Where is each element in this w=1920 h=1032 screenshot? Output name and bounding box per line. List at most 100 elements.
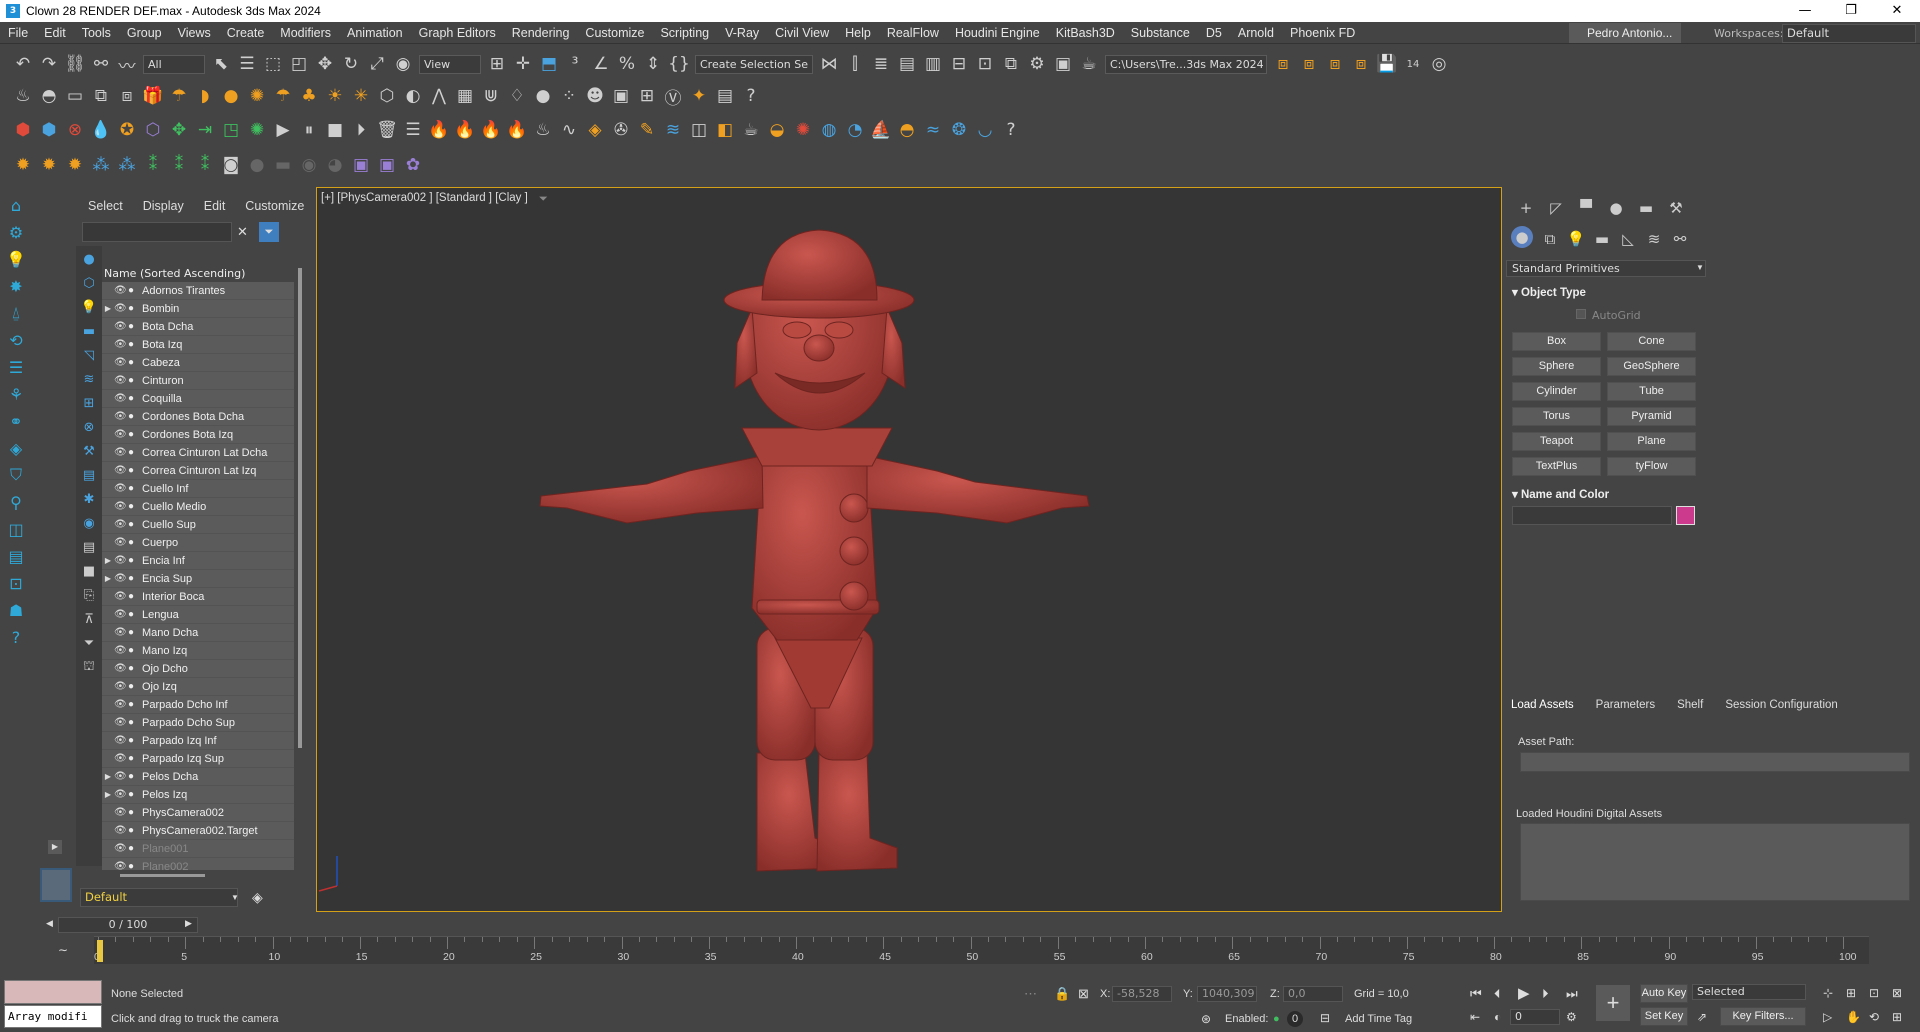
ies-light-icon[interactable]: ✺ xyxy=(244,83,270,109)
visibility-eye-icon[interactable]: 👁 xyxy=(114,606,128,624)
move-icon[interactable]: ✥ xyxy=(312,51,338,77)
close-button[interactable]: ✕ xyxy=(1874,0,1920,22)
sync-selection-icon[interactable]: ⊼ xyxy=(78,608,100,630)
phoenix-fire-icon[interactable]: 🔥 xyxy=(426,117,452,143)
display-all-icon[interactable]: ▤ xyxy=(78,536,100,558)
left-tool-1-icon[interactable]: ⌂ xyxy=(4,193,28,217)
list-item[interactable]: 👁 ● Ojo Dcho xyxy=(102,660,294,678)
expand-arrow-icon[interactable]: ▶ xyxy=(102,768,114,786)
menu-item[interactable]: Houdini Engine xyxy=(947,26,1048,40)
scene-tool-4-icon[interactable]: ⧈ xyxy=(1348,51,1374,77)
omni-light-icon[interactable]: ♣ xyxy=(296,83,322,109)
utilities-tab-icon[interactable]: ⚒ xyxy=(1661,195,1691,221)
tyflow-7-icon[interactable]: ⁑ xyxy=(166,152,192,178)
menu-item[interactable]: Customize xyxy=(577,26,652,40)
visibility-eye-icon[interactable]: 👁 xyxy=(114,768,128,786)
maximize-viewport-icon[interactable]: ⊞ xyxy=(1892,1010,1902,1024)
visibility-eye-icon[interactable]: 👁 xyxy=(114,804,128,822)
phoenix-fire4-icon[interactable]: 🔥 xyxy=(504,117,530,143)
list-hscrollbar[interactable] xyxy=(120,874,205,877)
tyflow-8-icon[interactable]: ⁑ xyxy=(192,152,218,178)
phoenix-wind-icon[interactable]: ∿ xyxy=(556,117,582,143)
filter-xrefs-icon[interactable]: ⊗ xyxy=(78,416,100,438)
step-icon[interactable]: ⏵ xyxy=(348,117,374,143)
scene-tab[interactable]: Display xyxy=(143,199,184,213)
funnel-icon[interactable]: ⏷ xyxy=(78,632,100,654)
menu-item[interactable]: Edit xyxy=(36,26,74,40)
list-item[interactable]: 👁 ● Cordones Bota Dcha xyxy=(102,408,294,426)
filter-lights-icon[interactable]: 💡 xyxy=(78,296,100,318)
left-tool-11-icon[interactable]: ⛉ xyxy=(4,463,28,487)
list-item[interactable]: 👁 ● Cuello Medio xyxy=(102,498,294,516)
menu-item[interactable]: Rendering xyxy=(504,26,578,40)
timeline-thumb[interactable] xyxy=(97,940,103,962)
spacewarps-icon[interactable]: ≋ xyxy=(1641,226,1667,252)
absolute-mode-icon[interactable]: ⊠ xyxy=(1078,986,1089,1002)
multi-sphere-icon[interactable]: ⁘ xyxy=(556,83,582,109)
phoenix-brush-icon[interactable]: ✎ xyxy=(634,117,660,143)
left-tool-13-icon[interactable]: ◫ xyxy=(4,517,28,541)
list-header[interactable]: Name (Sorted Ascending) xyxy=(102,265,294,282)
asset-path-input[interactable] xyxy=(1520,752,1910,772)
goto-end-icon[interactable]: ⏭ xyxy=(1566,986,1578,1002)
visibility-eye-icon[interactable]: 👁 xyxy=(114,660,128,678)
list-item[interactable]: 👁 ● Mano Dcha xyxy=(102,624,294,642)
pivot-icon[interactable]: ⊞ xyxy=(484,51,510,77)
teapot-icon[interactable]: ♨ xyxy=(10,83,36,109)
list-item[interactable]: ▶ 👁 ● Encia Inf xyxy=(102,552,294,570)
render-history-icon[interactable]: ⊞ xyxy=(634,83,660,109)
realflow-daemon-icon[interactable]: ✥ xyxy=(166,117,192,143)
loaded-assets-list[interactable] xyxy=(1520,823,1910,901)
scale-icon[interactable]: ⤢ xyxy=(364,51,390,77)
layer-dropdown[interactable]: Default xyxy=(80,888,238,907)
menu-item[interactable]: RealFlow xyxy=(879,26,947,40)
list-item[interactable]: 👁 ● Cuerpo xyxy=(102,534,294,552)
primitive-button[interactable]: Box xyxy=(1512,332,1601,351)
phoenix-foam-icon[interactable]: ❂ xyxy=(946,117,972,143)
list-item[interactable]: 👁 ● Plane001 xyxy=(102,840,294,858)
d5a-export-icon[interactable]: ▣ xyxy=(348,152,374,178)
mirror-icon[interactable]: ⋈ xyxy=(816,51,842,77)
create-tab-icon[interactable]: + xyxy=(1511,195,1541,221)
project-path-dropdown[interactable]: C:\Users\Tre...3ds Max 2024 xyxy=(1105,54,1267,74)
menu-item[interactable]: Animation xyxy=(339,26,411,40)
layer-dropdown-arrow-icon[interactable]: ▼ xyxy=(231,893,239,902)
sync-icon[interactable]: ◎ xyxy=(1426,51,1452,77)
prev-key-icon[interactable]: ⏴ xyxy=(1494,986,1501,1002)
left-tool-14-icon[interactable]: ▤ xyxy=(4,544,28,568)
tyflow-5-icon[interactable]: ⁂ xyxy=(114,152,140,178)
phoenix-fan-icon[interactable]: ✇ xyxy=(608,117,634,143)
half-sphere-icon[interactable]: ◗ xyxy=(192,83,218,109)
visibility-eye-icon[interactable]: 👁 xyxy=(114,516,128,534)
enabled-toggle[interactable]: 0 xyxy=(1287,1011,1303,1027)
left-help-icon[interactable]: ? xyxy=(4,625,28,649)
tyflow-4-icon[interactable]: ⁂ xyxy=(88,152,114,178)
fur-icon[interactable]: ⋓ xyxy=(478,83,504,109)
align-icon[interactable]: ⫿ xyxy=(842,51,868,77)
list-item[interactable]: 👁 ● Lengua xyxy=(102,606,294,624)
visibility-eye-icon[interactable]: 👁 xyxy=(114,408,128,426)
list-item[interactable]: 👁 ● Bota Izq xyxy=(102,336,294,354)
window-crossing-icon[interactable]: ◰ xyxy=(286,51,312,77)
list-item[interactable]: 👁 ● Coquilla xyxy=(102,390,294,408)
pan-icon[interactable]: ✋ xyxy=(1846,1010,1861,1024)
stop-icon[interactable]: ■ xyxy=(322,117,348,143)
modify-tab-icon[interactable]: ◸ xyxy=(1541,195,1571,221)
visibility-eye-icon[interactable]: 👁 xyxy=(114,750,128,768)
dome-light-icon[interactable]: ◓ xyxy=(36,83,62,109)
scene-explorer-toggle-icon[interactable]: ▤ xyxy=(894,51,920,77)
object-name-field[interactable] xyxy=(1512,506,1672,525)
z-coord-field[interactable]: 0,0 xyxy=(1283,986,1343,1002)
menu-item[interactable]: Group xyxy=(119,26,170,40)
add-time-tag[interactable]: Add Time Tag xyxy=(1345,1013,1412,1025)
timetag-script-icon[interactable]: ⊛ xyxy=(1201,1012,1211,1026)
list-item[interactable]: 👁 ● Parpado Izq Inf xyxy=(102,732,294,750)
phoenix-help-icon[interactable]: ? xyxy=(998,117,1024,143)
maxscript-mini-listener[interactable]: Array modifi xyxy=(4,1005,102,1028)
filter-spacewarps-icon[interactable]: ≋ xyxy=(78,368,100,390)
scene-tab[interactable]: Customize xyxy=(245,199,304,213)
list-item[interactable]: 👁 ● Correa Cinturon Lat Dcha xyxy=(102,444,294,462)
visibility-eye-icon[interactable]: 👁 xyxy=(114,858,128,871)
prev-frame-icon[interactable]: ◀ xyxy=(46,918,53,929)
x-coord-field[interactable]: -58,528 xyxy=(1112,986,1172,1002)
